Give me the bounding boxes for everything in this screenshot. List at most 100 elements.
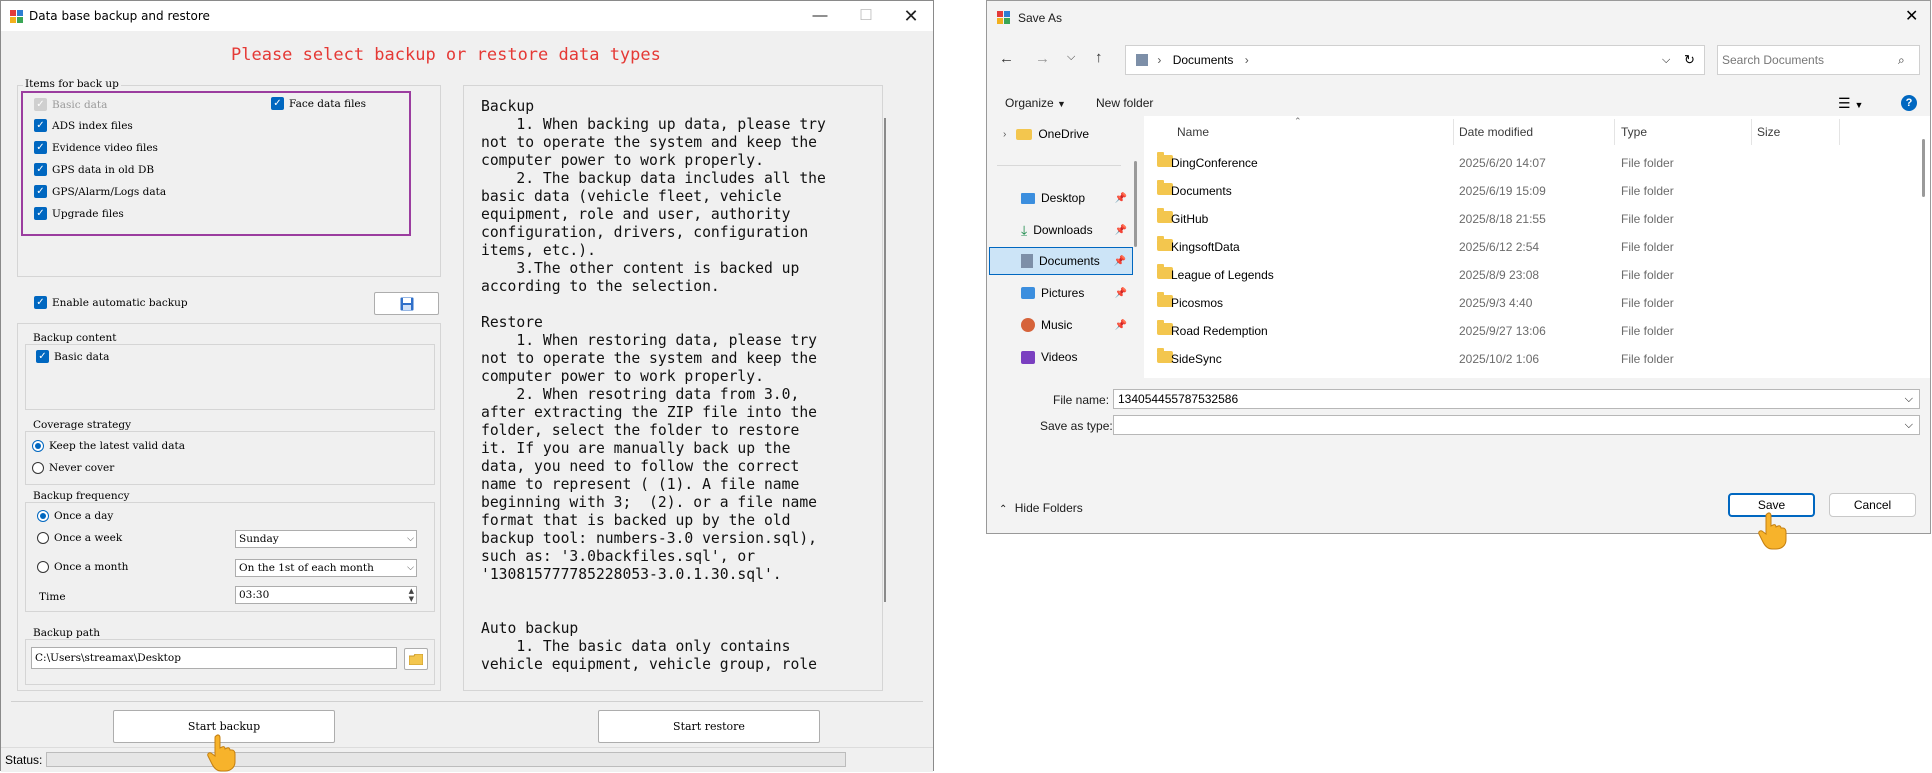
floppy-disk-icon — [400, 297, 414, 311]
nav-scrollbar-thumb[interactable] — [1134, 161, 1137, 247]
maximize-button[interactable]: ☐ — [851, 5, 881, 27]
search-input[interactable]: Search Documents ⌕ — [1717, 45, 1920, 75]
status-bar: Status: — [1, 747, 933, 772]
file-date: 2025/6/19 15:09 — [1459, 184, 1546, 198]
cancel-button[interactable]: Cancel — [1829, 493, 1916, 517]
item-face-data[interactable]: ✓ Face data files — [271, 97, 366, 110]
column-divider — [1453, 119, 1454, 145]
enable-auto-backup-checkbox[interactable]: ✓ Enable automatic backup — [34, 296, 188, 309]
documents-icon — [1136, 53, 1148, 66]
file-name: GitHub — [1171, 212, 1209, 226]
app-icon — [997, 11, 1010, 24]
save-type-label: Save as type: — [1040, 419, 1113, 433]
onedrive-icon — [1016, 128, 1033, 140]
file-row[interactable]: SideSync 2025/10/2 1:06 File folder — [1157, 345, 1917, 372]
up-arrow-icon[interactable]: ↑ — [1095, 49, 1103, 66]
close-button[interactable]: ✕ — [896, 5, 926, 27]
check-icon: ✓ — [34, 296, 47, 309]
file-date: 2025/9/3 4:40 — [1459, 296, 1533, 310]
backup-content-basic-checkbox[interactable]: ✓ Basic data — [36, 350, 109, 363]
column-divider — [1614, 119, 1615, 145]
chevron-down-icon: ⌵ — [407, 563, 414, 573]
column-date[interactable]: Date modified — [1459, 125, 1533, 139]
file-row[interactable]: Picosmos 2025/9/3 4:40 File folder — [1157, 289, 1917, 316]
item-evidence-video[interactable]: ✓ Evidence video files — [34, 141, 158, 154]
file-name: League of Legends — [1171, 268, 1274, 282]
scrollbar-thumb[interactable] — [884, 118, 886, 602]
chevron-down-icon[interactable]: ⌵ — [1662, 46, 1670, 74]
save-type-select[interactable]: ⌵ — [1113, 415, 1920, 435]
nav-videos[interactable]: Videos — [1021, 343, 1133, 371]
freq-month-radio[interactable]: Once a month — [37, 561, 128, 573]
item-upgrade-files[interactable]: ✓ Upgrade files — [34, 207, 124, 220]
file-list-scrollbar-thumb[interactable] — [1922, 139, 1925, 197]
browse-folder-button[interactable] — [404, 648, 428, 670]
videos-icon — [1021, 350, 1035, 364]
radio-icon — [32, 462, 44, 474]
address-bar[interactable]: › Documents › ⌵ ↻ — [1125, 45, 1705, 75]
backup-path-input[interactable]: C:\Users\streamax\Desktop — [31, 647, 397, 669]
month-select[interactable]: On the 1st of each month ⌵ — [235, 559, 417, 577]
file-name: Road Redemption — [1171, 324, 1268, 338]
file-type: File folder — [1621, 156, 1674, 170]
item-gps-old-db[interactable]: ✓ GPS data in old DB — [34, 163, 154, 176]
nav-documents[interactable]: Documents 📌 — [989, 247, 1133, 275]
item-gps-alarm-logs[interactable]: ✓ GPS/Alarm/Logs data — [34, 185, 166, 198]
column-size[interactable]: Size — [1757, 125, 1780, 139]
column-type[interactable]: Type — [1621, 125, 1647, 139]
start-restore-button[interactable]: Start restore — [598, 710, 820, 743]
file-row[interactable]: KingsoftData 2025/6/12 2:54 File folder — [1157, 233, 1917, 260]
new-folder-button[interactable]: New folder — [1096, 96, 1153, 110]
navigation-pane: › OneDrive Desktop 📌 ⤓ Downloads 📌 Docum… — [987, 119, 1137, 377]
file-row[interactable]: League of Legends 2025/8/9 23:08 File fold… — [1157, 261, 1917, 288]
file-name-input[interactable]: 134054455787532586 ⌵ — [1113, 389, 1920, 409]
nav-pictures[interactable]: Pictures 📌 — [1021, 279, 1133, 307]
check-icon: ✓ — [34, 163, 47, 176]
file-row[interactable]: DingConference 2025/6/20 14:07 File folder — [1157, 149, 1917, 176]
minimize-button[interactable]: — — [805, 5, 835, 27]
nav-desktop[interactable]: Desktop 📌 — [1021, 184, 1133, 212]
nav-downloads[interactable]: ⤓ Downloads 📌 — [1021, 216, 1133, 244]
coverage-never-radio[interactable]: Never cover — [32, 462, 114, 474]
forward-arrow-icon[interactable]: → — [1035, 50, 1050, 67]
column-name[interactable]: Name — [1177, 125, 1209, 139]
view-options-icon[interactable]: ☰ ▼ — [1838, 95, 1863, 112]
caret-down-icon: ▼ — [1057, 99, 1066, 109]
radio-icon — [32, 440, 44, 452]
time-spinner[interactable]: 03:30 ▲ ▼ — [235, 586, 417, 604]
file-type: File folder — [1621, 352, 1674, 366]
file-row[interactable]: Road Redemption 2025/9/27 13:06 File folde… — [1157, 317, 1917, 344]
recent-chevron-icon[interactable]: ⌵ — [1067, 51, 1075, 64]
item-ads-index[interactable]: ✓ ADS index files — [34, 119, 133, 132]
radio-icon — [37, 510, 49, 522]
file-type: File folder — [1621, 324, 1674, 338]
backup-restore-window: Data base backup and restore — ☐ ✕ Pleas… — [0, 0, 934, 772]
close-button[interactable]: ✕ — [1905, 6, 1918, 26]
organize-button[interactable]: Organize ▼ — [1005, 96, 1066, 110]
file-row[interactable]: GitHub 2025/8/18 21:55 File folder — [1157, 205, 1917, 232]
chevron-down-icon: ⌵ — [1904, 419, 1913, 431]
sort-up-icon: ⌃ — [1294, 116, 1302, 126]
check-icon: ✓ — [34, 119, 47, 132]
hand-cursor-icon — [1758, 512, 1788, 550]
freq-week-radio[interactable]: Once a week — [37, 532, 122, 544]
file-name: Documents — [1171, 184, 1232, 198]
refresh-icon[interactable]: ↻ — [1684, 46, 1695, 74]
pictures-icon — [1021, 287, 1035, 299]
column-divider — [1839, 119, 1840, 145]
freq-day-radio[interactable]: Once a day — [37, 510, 113, 522]
back-arrow-icon[interactable]: ← — [999, 50, 1014, 67]
week-select[interactable]: Sunday ⌵ — [235, 530, 417, 548]
file-row[interactable]: Documents 2025/6/19 15:09 File folder — [1157, 177, 1917, 204]
save-settings-button[interactable] — [374, 292, 439, 315]
coverage-keep-radio[interactable]: Keep the latest valid data — [32, 440, 185, 452]
folder-icon — [409, 654, 423, 665]
file-type: File folder — [1621, 184, 1674, 198]
hide-folders-button[interactable]: ⌃ Hide Folders — [999, 501, 1083, 515]
nav-music[interactable]: Music 📌 — [1021, 311, 1133, 339]
nav-onedrive[interactable]: › OneDrive — [1003, 120, 1135, 148]
item-basic-data[interactable]: ✓ Basic data — [34, 98, 107, 111]
time-label: Time — [39, 591, 66, 603]
help-icon[interactable]: ? — [1901, 95, 1917, 111]
radio-icon — [37, 532, 49, 544]
